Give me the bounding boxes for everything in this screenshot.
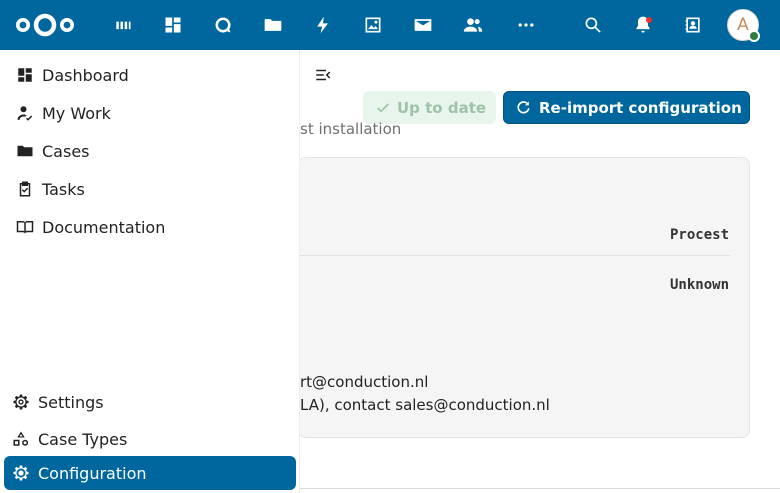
- mail-icon[interactable]: [411, 13, 435, 37]
- search-icon[interactable]: [581, 13, 605, 37]
- online-status-indicator: [748, 30, 760, 42]
- refresh-icon: [517, 101, 530, 114]
- nav-label: Case Types: [38, 429, 128, 449]
- bell-icon[interactable]: [631, 13, 655, 37]
- nav-item-dashboard[interactable]: Dashboard: [0, 58, 300, 92]
- table-cell-value: Unknown: [670, 277, 730, 293]
- contacts-icon[interactable]: [461, 13, 485, 37]
- files-icon[interactable]: [261, 13, 285, 37]
- top-header: A: [0, 0, 780, 50]
- shapes-icon: [11, 429, 31, 449]
- nav-label: Configuration: [38, 463, 147, 483]
- book-icon: [15, 217, 35, 237]
- avatar[interactable]: A: [727, 9, 760, 42]
- support-text-line-2: LA), contact sales@conduction.nl: [300, 396, 550, 414]
- nav-label: Settings: [38, 392, 104, 412]
- nextcloud-logo[interactable]: [14, 10, 76, 40]
- table-divider: [300, 255, 730, 256]
- activity-icon[interactable]: [311, 13, 335, 37]
- nav-label: Documentation: [42, 217, 166, 237]
- gear-icon: [11, 392, 31, 412]
- gear-icon: [11, 463, 31, 483]
- dashboard-icon[interactable]: [161, 13, 185, 37]
- avatar-initial: A: [737, 15, 749, 35]
- app-navigation: Dashboard My Work Cases Tasks Documentat…: [0, 50, 300, 493]
- nav-item-configuration[interactable]: Configuration: [4, 456, 296, 490]
- page-subtitle: st installation: [300, 120, 402, 138]
- tasks-icon: [15, 179, 35, 199]
- footer-divider: [300, 488, 780, 489]
- reimport-configuration-button[interactable]: Re-import configuration: [503, 91, 750, 124]
- nav-item-documentation[interactable]: Documentation: [0, 210, 300, 244]
- reimport-label: Re-import configuration: [539, 98, 742, 117]
- nav-label: My Work: [42, 103, 111, 123]
- menu-collapse-icon: [316, 69, 331, 81]
- support-text-line-1: rt@conduction.nl: [300, 373, 429, 391]
- nav-item-case-types[interactable]: Case Types: [0, 422, 300, 456]
- nav-item-tasks[interactable]: Tasks: [0, 172, 300, 206]
- toggle-navigation-button[interactable]: [312, 64, 334, 86]
- table-column-header: Procest: [670, 227, 730, 243]
- my-work-icon: [15, 103, 35, 123]
- contacts-menu-icon[interactable]: [681, 13, 705, 37]
- dashboard-icon: [15, 65, 35, 85]
- photos-icon[interactable]: [361, 13, 385, 37]
- apps-icon[interactable]: [111, 13, 135, 37]
- talk-icon[interactable]: [211, 13, 235, 37]
- nav-item-settings[interactable]: Settings: [0, 385, 300, 419]
- check-icon: [377, 102, 389, 112]
- status-label: Up to date: [397, 98, 487, 117]
- nav-item-my-work[interactable]: My Work: [0, 96, 300, 130]
- nav-label: Tasks: [42, 179, 85, 199]
- notification-indicator: [646, 17, 652, 23]
- nav-item-cases[interactable]: Cases: [0, 134, 300, 168]
- more-apps-icon[interactable]: [514, 13, 538, 37]
- nav-label: Dashboard: [42, 65, 129, 85]
- folder-icon: [15, 141, 35, 161]
- nav-label: Cases: [42, 141, 90, 161]
